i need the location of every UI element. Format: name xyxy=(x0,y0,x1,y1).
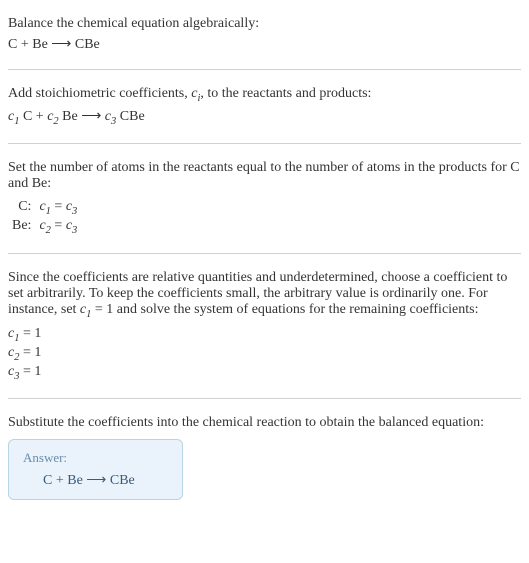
solve-text: Since the coefficients are relative quan… xyxy=(8,270,521,320)
divider xyxy=(8,143,521,144)
table-row: C: c1 = c3 xyxy=(8,198,81,218)
stoich-text: Add stoichiometric coefficients, ci, to … xyxy=(8,86,521,104)
coeff-item: c3 = 1 xyxy=(8,364,521,382)
atom-label: Be: xyxy=(8,217,35,237)
stoich-text-after: , to the reactants and products: xyxy=(200,86,371,101)
atoms-section: Set the number of atoms in the reactants… xyxy=(8,152,521,246)
atom-label: C: xyxy=(8,198,35,218)
stoich-text-before: Add stoichiometric coefficients, xyxy=(8,86,191,101)
divider xyxy=(8,253,521,254)
atoms-text: Set the number of atoms in the reactants… xyxy=(8,160,521,192)
stoich-t3: CBe xyxy=(116,109,144,124)
atom-eq: c2 = c3 xyxy=(35,217,81,237)
atoms-table: C: c1 = c3 Be: c2 = c3 xyxy=(8,198,81,238)
eq-mid: = xyxy=(51,199,66,214)
atom-eq: c1 = c3 xyxy=(35,198,81,218)
table-row: Be: c2 = c3 xyxy=(8,217,81,237)
solve-text-after: = 1 and solve the system of equations fo… xyxy=(91,302,478,317)
divider xyxy=(8,69,521,70)
intro-section: Balance the chemical equation algebraica… xyxy=(8,8,521,61)
coeff-val: = 1 xyxy=(19,345,41,360)
intro-equation: C + Be ⟶ CBe xyxy=(8,36,521,53)
final-section: Substitute the coefficients into the che… xyxy=(8,407,521,508)
coeff-list: c1 = 1 c2 = 1 c3 = 1 xyxy=(8,326,521,381)
coeff-item: c2 = 1 xyxy=(8,345,521,363)
sub-right: 3 xyxy=(72,225,77,236)
coeff-val: = 1 xyxy=(19,326,41,341)
answer-label: Answer: xyxy=(23,450,168,466)
answer-box: Answer: C + Be ⟶ CBe xyxy=(8,439,183,500)
answer-equation: C + Be ⟶ CBe xyxy=(23,472,168,489)
stoich-section: Add stoichiometric coefficients, ci, to … xyxy=(8,78,521,135)
coeff-item: c1 = 1 xyxy=(8,326,521,344)
coeff-val: = 1 xyxy=(19,364,41,379)
eq-mid: = xyxy=(51,218,66,233)
stoich-equation: c1 C + c2 Be ⟶ c3 CBe xyxy=(8,108,521,127)
sub-right: 3 xyxy=(72,205,77,216)
solve-section: Since the coefficients are relative quan… xyxy=(8,262,521,390)
stoich-t2: Be ⟶ xyxy=(59,109,105,124)
intro-heading: Balance the chemical equation algebraica… xyxy=(8,16,521,32)
stoich-t1: C + xyxy=(19,109,47,124)
final-text: Substitute the coefficients into the che… xyxy=(8,415,521,431)
divider xyxy=(8,398,521,399)
